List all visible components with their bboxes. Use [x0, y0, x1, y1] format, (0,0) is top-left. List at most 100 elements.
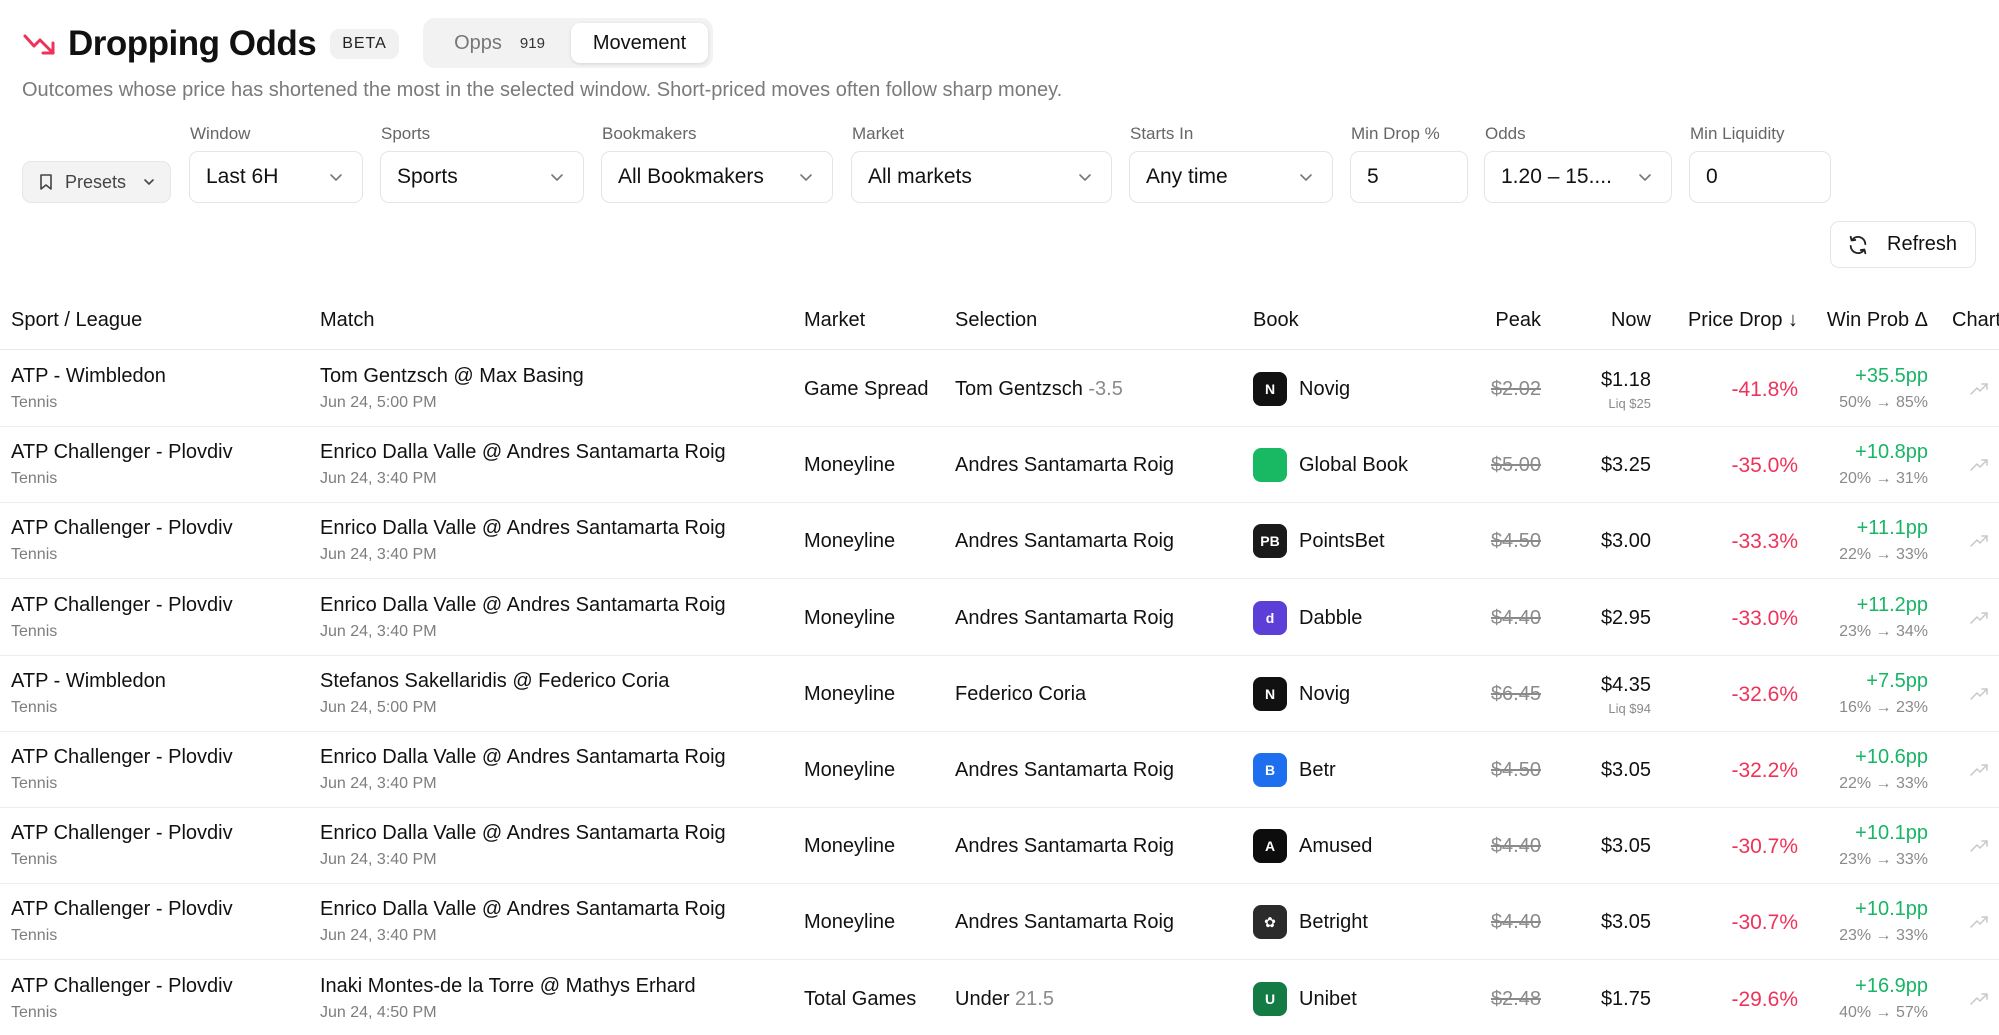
- market-name: Moneyline: [804, 682, 896, 705]
- trend-chart-icon[interactable]: [1970, 382, 1988, 396]
- col-price-drop[interactable]: Price Drop ↓: [1688, 309, 1798, 332]
- chevron-down-icon: [1639, 174, 1651, 182]
- market-name: Moneyline: [804, 835, 896, 858]
- unibet-logo: U: [1253, 981, 1287, 1016]
- match-time: Jun 24, 3:40 PM: [320, 927, 437, 945]
- chevron-down-icon: [144, 179, 154, 186]
- amused-logo: A: [1253, 829, 1287, 864]
- price-drop: -32.6%: [1731, 682, 1798, 706]
- now-price: $1.18: [1600, 369, 1651, 391]
- match-name[interactable]: Tom Gentzsch @ Max Basing: [320, 365, 584, 388]
- trend-chart-icon[interactable]: [1970, 534, 1988, 548]
- tab-opps[interactable]: Opps 919: [428, 23, 571, 63]
- table-row[interactable]: ATP - Wimbledon Tennis Tom Gentzsch @ Max …: [0, 351, 1999, 427]
- tab-movement-label: Movement: [592, 31, 687, 54]
- sports-value: Sports: [397, 165, 458, 188]
- trending-down-icon: [23, 34, 55, 55]
- win-prob-range: 20% → 31%: [1839, 470, 1928, 488]
- match-name[interactable]: Enrico Dalla Valle @ Andres Santamarta R…: [320, 898, 726, 921]
- min-liquidity-input[interactable]: 0: [1689, 151, 1831, 203]
- tab-movement[interactable]: Movement: [571, 23, 708, 63]
- selection: Under 21.5: [955, 988, 1054, 1011]
- market-name: Moneyline: [804, 530, 896, 553]
- col-sport-league[interactable]: Sport / League: [11, 309, 142, 332]
- match-name[interactable]: Inaki Montes-de la Torre @ Mathys Erhard: [320, 975, 696, 998]
- book-name: Betr: [1299, 759, 1336, 781]
- match-name[interactable]: Enrico Dalla Valle @ Andres Santamarta R…: [320, 746, 726, 769]
- col-book[interactable]: Book: [1253, 309, 1299, 332]
- trend-chart-icon[interactable]: [1970, 992, 1988, 1006]
- sport-name: Tennis: [11, 622, 58, 640]
- col-peak[interactable]: Peak: [1495, 309, 1541, 332]
- now-price: $1.75: [1600, 987, 1651, 1010]
- trend-chart-icon[interactable]: [1970, 611, 1988, 625]
- bookmakers-value: All Bookmakers: [618, 165, 764, 188]
- selection-name: Andres Santamarta Roig: [955, 911, 1175, 934]
- chevron-down-icon: [551, 174, 563, 182]
- match-name[interactable]: Enrico Dalla Valle @ Andres Santamarta R…: [320, 594, 726, 617]
- sport-name: Tennis: [11, 927, 58, 945]
- market-select[interactable]: All markets: [851, 151, 1112, 203]
- trend-chart-icon[interactable]: [1970, 839, 1988, 853]
- selection-name: Andres Santamarta Roig: [955, 606, 1175, 629]
- now-price: $3.25: [1600, 454, 1651, 477]
- tab-opps-label: Opps: [454, 31, 502, 54]
- global-book-logo: [1253, 448, 1287, 483]
- match-time: Jun 24, 3:40 PM: [320, 851, 437, 869]
- sport-name: Tennis: [11, 470, 58, 488]
- win-prob-delta: +10.1pp: [1855, 822, 1928, 845]
- price-drop: -41.8%: [1731, 378, 1798, 401]
- sports-select[interactable]: Sports: [380, 151, 584, 203]
- table-row[interactable]: ATP Challenger - Plovdiv Tennis Enrico Dal…: [0, 732, 1999, 808]
- selection-name: Andres Santamarta Roig: [955, 530, 1175, 553]
- match-name[interactable]: Enrico Dalla Valle @ Andres Santamarta R…: [320, 441, 726, 464]
- win-prob-range: 23% → 33%: [1839, 927, 1928, 945]
- peak-price: $4.40: [1490, 911, 1541, 934]
- trend-chart-icon[interactable]: [1970, 458, 1988, 472]
- match-name[interactable]: Stefanos Sakellaridis @ Federico Coria: [320, 670, 669, 693]
- bookmakers-label: Bookmakers: [602, 124, 697, 143]
- presets-button[interactable]: Presets: [22, 161, 171, 203]
- col-selection[interactable]: Selection: [955, 309, 1037, 332]
- col-win-prob[interactable]: Win Prob Δ: [1827, 309, 1928, 332]
- col-market[interactable]: Market: [804, 309, 865, 332]
- trend-chart-icon[interactable]: [1970, 763, 1988, 777]
- table-row[interactable]: ATP Challenger - Plovdiv Tennis Inaki Mont…: [0, 961, 1999, 1035]
- trend-chart-icon[interactable]: [1970, 687, 1988, 701]
- table-row[interactable]: ATP Challenger - Plovdiv Tennis Enrico Dal…: [0, 503, 1999, 580]
- price-drop: -29.6%: [1731, 987, 1798, 1011]
- market-name: Moneyline: [804, 911, 896, 934]
- refresh-button[interactable]: Refresh: [1830, 221, 1976, 268]
- selection-name: Tom Gentzsch: [955, 378, 1083, 400]
- bookmakers-select[interactable]: All Bookmakers: [601, 151, 833, 203]
- league-name: ATP Challenger - Plovdiv: [11, 593, 233, 616]
- now-price: $3.00: [1600, 530, 1651, 553]
- price-drop: -33.3%: [1731, 530, 1798, 554]
- match-name[interactable]: Enrico Dalla Valle @ Andres Santamarta R…: [320, 822, 726, 845]
- sport-name: Tennis: [11, 775, 58, 792]
- min-drop-input[interactable]: 5: [1350, 151, 1468, 203]
- starts-in-select[interactable]: Any time: [1129, 151, 1333, 203]
- league-name: ATP - Wimbledon: [11, 669, 166, 692]
- league-name: ATP Challenger - Plovdiv: [11, 898, 233, 921]
- betright-logo: ✿: [1253, 905, 1287, 940]
- sport-name: Tennis: [11, 851, 58, 869]
- col-now[interactable]: Now: [1611, 309, 1651, 332]
- table-row[interactable]: ATP - Wimbledon Tennis Stefanos Sakellarid…: [0, 656, 1999, 732]
- match-name[interactable]: Enrico Dalla Valle @ Andres Santamarta R…: [320, 517, 726, 540]
- table-row[interactable]: ATP Challenger - Plovdiv Tennis Enrico Dal…: [0, 808, 1999, 885]
- table-row[interactable]: ATP Challenger - Plovdiv Tennis Enrico Dal…: [0, 884, 1999, 961]
- col-chart[interactable]: Chart: [1952, 309, 1999, 332]
- table-row[interactable]: ATP Challenger - Plovdiv Tennis Enrico Dal…: [0, 427, 1999, 504]
- table-row[interactable]: ATP Challenger - Plovdiv Tennis Enrico Dal…: [0, 580, 1999, 656]
- peak-price: $4.50: [1490, 530, 1541, 553]
- chevron-down-icon: [1300, 174, 1312, 182]
- league-name: ATP - Wimbledon: [11, 365, 166, 387]
- win-prob-delta: +10.8pp: [1855, 441, 1928, 464]
- odds-select[interactable]: 1.20 – 15....: [1484, 151, 1672, 203]
- window-select[interactable]: Last 6H: [189, 151, 363, 203]
- view-switch: Opps 919 Movement: [423, 18, 713, 68]
- trend-chart-icon[interactable]: [1970, 915, 1988, 929]
- league-name: ATP Challenger - Plovdiv: [11, 822, 233, 845]
- col-match[interactable]: Match: [320, 309, 374, 332]
